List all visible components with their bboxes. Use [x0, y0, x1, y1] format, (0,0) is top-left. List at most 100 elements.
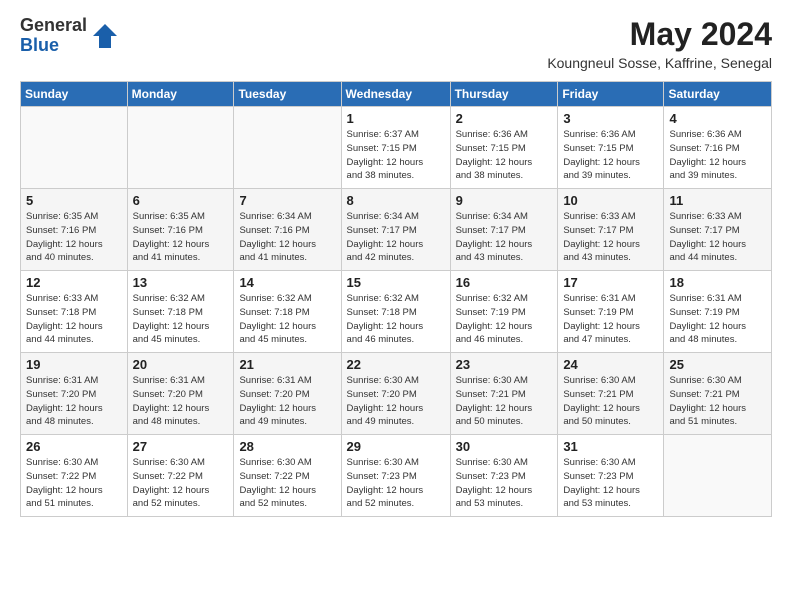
day-number: 21: [239, 357, 335, 372]
table-row: 14 Sunrise: 6:32 AM Sunset: 7:18 PM Dayli…: [234, 271, 341, 353]
day-number: 18: [669, 275, 766, 290]
day-info: Sunrise: 6:32 AM Sunset: 7:18 PM Dayligh…: [347, 292, 445, 347]
calendar-header-row: Sunday Monday Tuesday Wednesday Thursday…: [21, 82, 772, 107]
day-number: 14: [239, 275, 335, 290]
day-number: 30: [456, 439, 553, 454]
day-number: 20: [133, 357, 229, 372]
logo-general: General: [20, 16, 87, 36]
day-info: Sunrise: 6:31 AM Sunset: 7:19 PM Dayligh…: [563, 292, 658, 347]
day-info: Sunrise: 6:33 AM Sunset: 7:18 PM Dayligh…: [26, 292, 122, 347]
day-info: Sunrise: 6:30 AM Sunset: 7:23 PM Dayligh…: [347, 456, 445, 511]
day-number: 28: [239, 439, 335, 454]
table-row: [664, 435, 772, 517]
day-number: 23: [456, 357, 553, 372]
header-wednesday: Wednesday: [341, 82, 450, 107]
table-row: 7 Sunrise: 6:34 AM Sunset: 7:16 PM Daylig…: [234, 189, 341, 271]
table-row: 21 Sunrise: 6:31 AM Sunset: 7:20 PM Dayli…: [234, 353, 341, 435]
day-info: Sunrise: 6:34 AM Sunset: 7:17 PM Dayligh…: [456, 210, 553, 265]
day-info: Sunrise: 6:36 AM Sunset: 7:15 PM Dayligh…: [456, 128, 553, 183]
day-info: Sunrise: 6:35 AM Sunset: 7:16 PM Dayligh…: [26, 210, 122, 265]
table-row: 5 Sunrise: 6:35 AM Sunset: 7:16 PM Daylig…: [21, 189, 128, 271]
day-number: 6: [133, 193, 229, 208]
header-thursday: Thursday: [450, 82, 558, 107]
calendar-week-row: 5 Sunrise: 6:35 AM Sunset: 7:16 PM Daylig…: [21, 189, 772, 271]
day-number: 29: [347, 439, 445, 454]
day-info: Sunrise: 6:30 AM Sunset: 7:23 PM Dayligh…: [563, 456, 658, 511]
day-number: 3: [563, 111, 658, 126]
day-number: 8: [347, 193, 445, 208]
day-number: 17: [563, 275, 658, 290]
header-friday: Friday: [558, 82, 664, 107]
table-row: [127, 107, 234, 189]
day-info: Sunrise: 6:37 AM Sunset: 7:15 PM Dayligh…: [347, 128, 445, 183]
day-number: 9: [456, 193, 553, 208]
day-info: Sunrise: 6:30 AM Sunset: 7:21 PM Dayligh…: [456, 374, 553, 429]
header: General Blue May 2024 Koungneul Sosse, K…: [20, 16, 772, 71]
day-number: 25: [669, 357, 766, 372]
day-info: Sunrise: 6:33 AM Sunset: 7:17 PM Dayligh…: [669, 210, 766, 265]
table-row: 19 Sunrise: 6:31 AM Sunset: 7:20 PM Dayli…: [21, 353, 128, 435]
table-row: 13Sunrise: 6:32 AM Sunset: 7:18 PM Dayli…: [127, 271, 234, 353]
day-number: 7: [239, 193, 335, 208]
table-row: 31Sunrise: 6:30 AM Sunset: 7:23 PM Dayli…: [558, 435, 664, 517]
logo-text: General Blue: [20, 16, 87, 56]
header-monday: Monday: [127, 82, 234, 107]
day-number: 12: [26, 275, 122, 290]
table-row: 24 Sunrise: 6:30 AM Sunset: 7:21 PM Dayli…: [558, 353, 664, 435]
day-info: Sunrise: 6:30 AM Sunset: 7:21 PM Dayligh…: [563, 374, 658, 429]
day-info: Sunrise: 6:31 AM Sunset: 7:20 PM Dayligh…: [26, 374, 122, 429]
calendar-week-row: 26 Sunrise: 6:30 AM Sunset: 7:22 PM Dayli…: [21, 435, 772, 517]
day-number: 10: [563, 193, 658, 208]
table-row: 1 Sunrise: 6:37 AM Sunset: 7:15 PM Daylig…: [341, 107, 450, 189]
header-saturday: Saturday: [664, 82, 772, 107]
table-row: 30 Sunrise: 6:30 AM Sunset: 7:23 PM Dayli…: [450, 435, 558, 517]
header-sunday: Sunday: [21, 82, 128, 107]
month-year-title: May 2024: [547, 16, 772, 53]
day-info: Sunrise: 6:30 AM Sunset: 7:21 PM Dayligh…: [669, 374, 766, 429]
day-info: Sunrise: 6:30 AM Sunset: 7:23 PM Dayligh…: [456, 456, 553, 511]
logo: General Blue: [20, 16, 119, 56]
table-row: 3 Sunrise: 6:36 AM Sunset: 7:15 PM Daylig…: [558, 107, 664, 189]
day-info: Sunrise: 6:31 AM Sunset: 7:20 PM Dayligh…: [239, 374, 335, 429]
day-number: 26: [26, 439, 122, 454]
table-row: 12 Sunrise: 6:33 AM Sunset: 7:18 PM Dayli…: [21, 271, 128, 353]
day-info: Sunrise: 6:34 AM Sunset: 7:16 PM Dayligh…: [239, 210, 335, 265]
day-info: Sunrise: 6:30 AM Sunset: 7:22 PM Dayligh…: [26, 456, 122, 511]
day-number: 13: [133, 275, 229, 290]
table-row: 22Sunrise: 6:30 AM Sunset: 7:20 PM Dayli…: [341, 353, 450, 435]
day-info: Sunrise: 6:33 AM Sunset: 7:17 PM Dayligh…: [563, 210, 658, 265]
table-row: 8 Sunrise: 6:34 AM Sunset: 7:17 PM Daylig…: [341, 189, 450, 271]
day-number: 4: [669, 111, 766, 126]
calendar-week-row: 1 Sunrise: 6:37 AM Sunset: 7:15 PM Daylig…: [21, 107, 772, 189]
day-number: 16: [456, 275, 553, 290]
day-info: Sunrise: 6:31 AM Sunset: 7:19 PM Dayligh…: [669, 292, 766, 347]
title-area: May 2024 Koungneul Sosse, Kaffrine, Sene…: [547, 16, 772, 71]
table-row: 20Sunrise: 6:31 AM Sunset: 7:20 PM Dayli…: [127, 353, 234, 435]
table-row: [21, 107, 128, 189]
table-row: 29 Sunrise: 6:30 AM Sunset: 7:23 PM Dayli…: [341, 435, 450, 517]
day-info: Sunrise: 6:36 AM Sunset: 7:15 PM Dayligh…: [563, 128, 658, 183]
table-row: 9 Sunrise: 6:34 AM Sunset: 7:17 PM Daylig…: [450, 189, 558, 271]
table-row: 27 Sunrise: 6:30 AM Sunset: 7:22 PM Dayli…: [127, 435, 234, 517]
day-info: Sunrise: 6:34 AM Sunset: 7:17 PM Dayligh…: [347, 210, 445, 265]
calendar-week-row: 12 Sunrise: 6:33 AM Sunset: 7:18 PM Dayli…: [21, 271, 772, 353]
table-row: 23 Sunrise: 6:30 AM Sunset: 7:21 PM Dayli…: [450, 353, 558, 435]
table-row: 6Sunrise: 6:35 AM Sunset: 7:16 PM Daylig…: [127, 189, 234, 271]
calendar-table: Sunday Monday Tuesday Wednesday Thursday…: [20, 81, 772, 517]
day-number: 27: [133, 439, 229, 454]
table-row: 10 Sunrise: 6:33 AM Sunset: 7:17 PM Dayli…: [558, 189, 664, 271]
day-number: 1: [347, 111, 445, 126]
day-number: 15: [347, 275, 445, 290]
day-info: Sunrise: 6:30 AM Sunset: 7:22 PM Dayligh…: [239, 456, 335, 511]
day-number: 24: [563, 357, 658, 372]
day-info: Sunrise: 6:32 AM Sunset: 7:19 PM Dayligh…: [456, 292, 553, 347]
day-info: Sunrise: 6:30 AM Sunset: 7:22 PM Dayligh…: [133, 456, 229, 511]
logo-icon: [91, 22, 119, 50]
day-number: 19: [26, 357, 122, 372]
day-info: Sunrise: 6:30 AM Sunset: 7:20 PM Dayligh…: [347, 374, 445, 429]
day-number: 5: [26, 193, 122, 208]
table-row: 26 Sunrise: 6:30 AM Sunset: 7:22 PM Dayli…: [21, 435, 128, 517]
table-row: 28 Sunrise: 6:30 AM Sunset: 7:22 PM Dayli…: [234, 435, 341, 517]
day-info: Sunrise: 6:32 AM Sunset: 7:18 PM Dayligh…: [239, 292, 335, 347]
logo-blue: Blue: [20, 36, 87, 56]
